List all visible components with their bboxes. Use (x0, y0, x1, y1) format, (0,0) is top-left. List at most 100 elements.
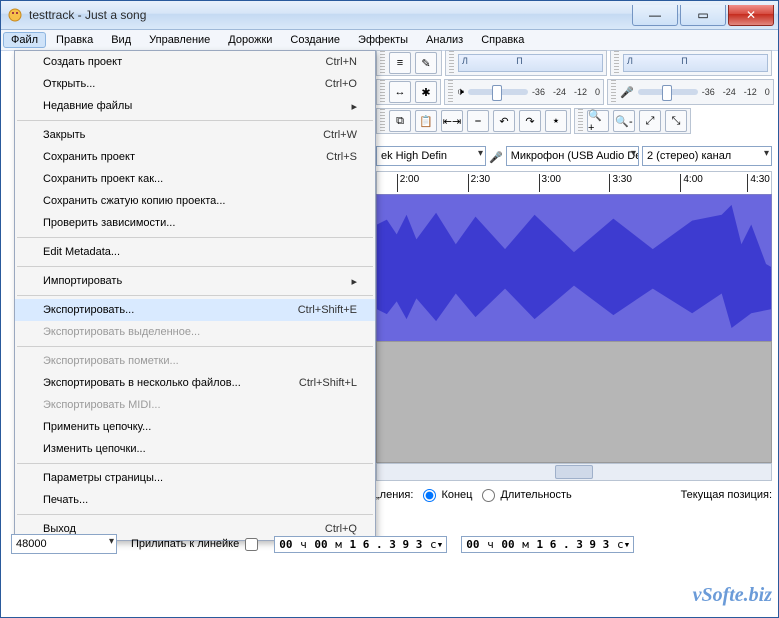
menu-item-label: Edit Metadata... (43, 246, 120, 258)
close-button[interactable]: ✕ (728, 5, 774, 26)
input-volume-slider[interactable] (638, 89, 698, 95)
tool-timeshift-icon[interactable]: ↔ (389, 81, 411, 103)
menu-item-shortcut: Ctrl+N (326, 56, 357, 68)
menu-item-label: Применить цепочку... (43, 421, 151, 433)
meter-R-label: П (516, 56, 522, 66)
menu-item[interactable]: Применить цепочку... (15, 416, 375, 438)
menu-item: Экспортировать MIDI... (15, 394, 375, 416)
zoom-in-icon[interactable]: 🔍+ (587, 110, 609, 132)
selection-end-time[interactable]: 00 ч 00 м 1 6 . 3 9 3 с▾ (274, 536, 447, 553)
menu-item-label: Экспортировать MIDI... (43, 399, 161, 411)
horizontal-scrollbar[interactable] (376, 463, 772, 481)
menu-item-label: Экспортировать пометки... (43, 355, 179, 367)
menu-file[interactable]: Файл (3, 32, 46, 48)
undo-icon[interactable]: ↶ (493, 110, 515, 132)
meter-L-label: Л (462, 56, 468, 66)
menu-item[interactable]: Создать проектCtrl+N (15, 51, 375, 73)
zoom-out-icon[interactable]: 🔍- (613, 110, 635, 132)
host-combo[interactable]: ek High Defin (376, 146, 486, 166)
speaker-icon: 🕩 (457, 86, 464, 99)
copy-icon[interactable]: ⧉ (389, 110, 411, 132)
toolbar-grip[interactable] (448, 80, 453, 104)
menu-item[interactable]: Импортировать (15, 270, 375, 292)
menu-item[interactable]: Экспортировать в несколько файлов... Ctrl… (15, 372, 375, 394)
menu-item-label: Сохранить проект как... (43, 173, 163, 185)
menu-effects[interactable]: Эффекты (350, 32, 416, 48)
mixer-toolbar-rec: 🎤 -36-24-120 (607, 79, 774, 105)
menu-help[interactable]: Справка (473, 32, 532, 48)
toolbar-grip[interactable] (614, 51, 619, 75)
toolbar-grip[interactable] (380, 80, 385, 104)
edit-toolbar: ⧉ 📋 ⇤⇥ ⎯ ↶ ↷ ⭑ (376, 108, 571, 134)
menu-view[interactable]: Вид (103, 32, 139, 48)
paste-icon[interactable]: 📋 (415, 110, 437, 132)
zoom-sel-icon[interactable]: ⤢ (639, 110, 661, 132)
bottom-toolbar: 48000 Прилипать к линейке 00 ч 00 м 1 6 … (11, 531, 772, 557)
menu-analyze[interactable]: Анализ (418, 32, 471, 48)
menu-item-label: Сохранить сжатую копию проекта... (43, 195, 225, 207)
menu-item[interactable]: Изменить цепочки... (15, 438, 375, 460)
ruler-tick: 2:30 (468, 174, 490, 192)
input-device-combo[interactable]: Микрофон (USB Audio Device) (506, 146, 639, 166)
menu-item[interactable]: Сохранить проект как... (15, 168, 375, 190)
menu-edit[interactable]: Правка (48, 32, 101, 48)
redo-icon[interactable]: ↷ (519, 110, 541, 132)
menu-item[interactable]: ЗакрытьCtrl+W (15, 124, 375, 146)
menu-item[interactable]: Экспортировать...Ctrl+Shift+E (15, 299, 375, 321)
menu-generate[interactable]: Создание (282, 32, 348, 48)
empty-track-area[interactable] (376, 341, 772, 463)
tool-multi-icon[interactable]: ✱ (415, 81, 437, 103)
zoom-fit-icon[interactable]: ⤡ (665, 110, 687, 132)
file-menu-dropdown: Создать проектCtrl+N Открыть... Ctrl+O Неда… (14, 50, 376, 541)
menu-item-shortcut: Ctrl+Shift+L (299, 377, 357, 389)
menu-item-label: Экспортировать выделенное... (43, 326, 200, 338)
menu-item-shortcut: Ctrl+O (325, 78, 357, 90)
trim-icon[interactable]: ⇤⇥ (441, 110, 463, 132)
menu-item-label: Экспортировать в несколько файлов... (43, 377, 241, 389)
menu-item[interactable]: Edit Metadata... (15, 241, 375, 263)
audio-position-time[interactable]: 00 ч 00 м 1 6 . 3 9 3 с▾ (461, 536, 634, 553)
minimize-button[interactable]: — (632, 5, 678, 26)
timeline-ruler[interactable]: 2:00 2:30 3:00 3:30 4:00 4:30 (376, 171, 772, 195)
menu-item[interactable]: Сохранить проектCtrl+S (15, 146, 375, 168)
toolbar-grip[interactable] (380, 51, 385, 75)
toolbar-grip[interactable] (449, 51, 454, 75)
mixer-toolbar: 🕩 -36-24-120 (444, 79, 604, 105)
mic-icon: 🎤 (620, 86, 634, 99)
toolbar-grip[interactable] (578, 109, 583, 133)
menu-item-label: Открыть... (43, 78, 95, 90)
menu-item[interactable]: Проверить зависимости... (15, 212, 375, 234)
meter-L-label: Л (627, 56, 633, 66)
input-channels-combo[interactable]: 2 (стерео) канал (642, 146, 772, 166)
selection-label-suffix: „ления: (376, 489, 413, 501)
play-meter[interactable]: Л П (458, 54, 603, 72)
selection-end-radio[interactable]: Конец (423, 489, 472, 502)
menu-item[interactable]: Открыть... Ctrl+O (15, 73, 375, 95)
menu-item-label: Сохранить проект (43, 151, 135, 163)
waveform-track[interactable] (376, 194, 772, 342)
menu-item[interactable]: Сохранить сжатую копию проекта... (15, 190, 375, 212)
menu-transport[interactable]: Управление (141, 32, 218, 48)
menu-tracks[interactable]: Дорожки (220, 32, 280, 48)
menu-item-label: Недавние файлы (43, 100, 132, 112)
menu-item[interactable]: Недавние файлы (15, 95, 375, 117)
sync-lock-icon[interactable]: ⭑ (545, 110, 567, 132)
silence-icon[interactable]: ⎯ (467, 110, 489, 132)
selection-length-radio[interactable]: Длительность (482, 489, 571, 502)
toolbar-region: ≡ ✎ Л П Л П ↔ ✱ 🕩 (376, 50, 772, 142)
menu-item[interactable]: Печать... (15, 489, 375, 511)
toolbar-grip[interactable] (380, 109, 385, 133)
snap-to[interactable]: Прилипать к линейке (131, 538, 260, 551)
ruler-tick: 2:00 (397, 174, 419, 192)
menu-item-label: Печать... (43, 494, 88, 506)
snap-checkbox[interactable] (245, 538, 258, 551)
output-volume-slider[interactable] (468, 89, 528, 95)
project-rate-combo[interactable]: 48000 (11, 534, 117, 554)
maximize-button[interactable]: ▭ (680, 5, 726, 26)
tool-envelope-icon[interactable]: ≡ (389, 52, 411, 74)
toolbar-grip[interactable] (611, 80, 616, 104)
record-meter[interactable]: Л П (623, 54, 768, 72)
ruler-tick: 3:30 (609, 174, 631, 192)
menu-item[interactable]: Параметры страницы... (15, 467, 375, 489)
tool-draw-icon[interactable]: ✎ (415, 52, 437, 74)
